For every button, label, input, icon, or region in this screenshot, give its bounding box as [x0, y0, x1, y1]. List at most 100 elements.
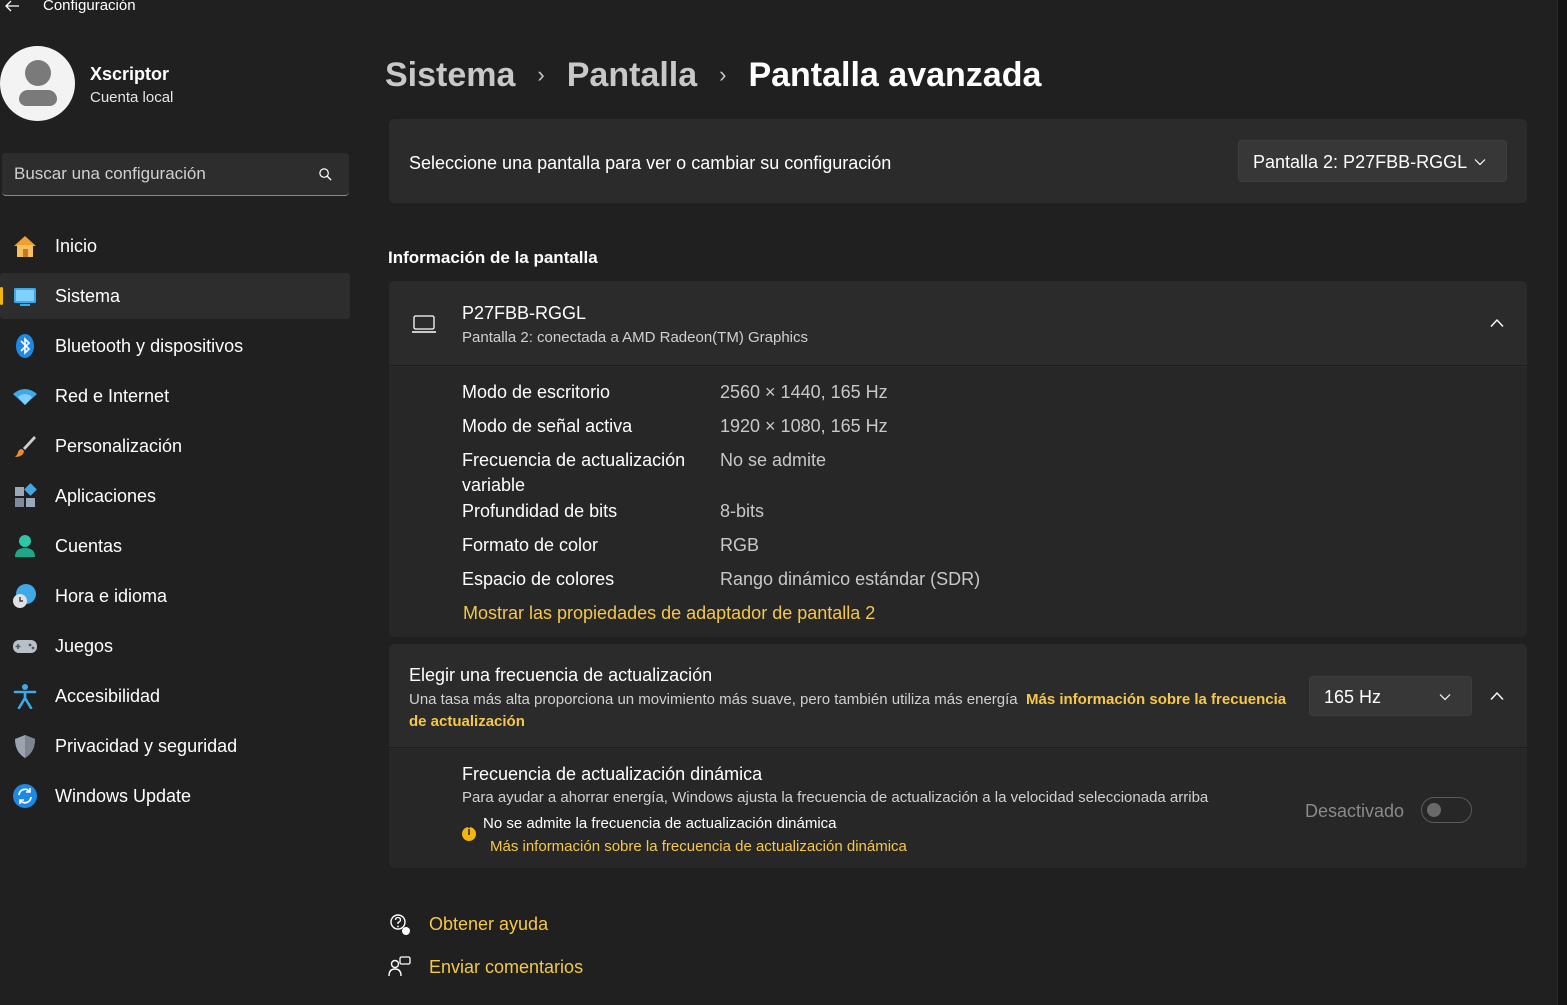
monitor-name: P27FBB-RGGL — [462, 303, 587, 323]
sidebar-item-label: Personalización — [55, 436, 183, 456]
refresh-rate-value: 165 Hz — [1324, 687, 1382, 707]
chevron-down-icon — [1439, 694, 1451, 701]
system-icon — [14, 288, 36, 306]
display-dropdown[interactable]: Pantalla 2: P27FBB-RGGL — [1238, 140, 1507, 182]
home-icon — [14, 236, 36, 257]
sidebar-item-juegos[interactable]: Juegos — [0, 623, 350, 669]
sidebar-item-label: Windows Update — [55, 786, 192, 806]
sidebar-item-label: Bluetooth y dispositivos — [55, 336, 244, 356]
sidebar-item-inicio[interactable]: Inicio — [0, 223, 350, 269]
refresh-rate-title: Elegir una frecuencia de actualización — [409, 665, 713, 685]
sidebar-item-aplicaciones[interactable]: Aplicaciones — [0, 473, 350, 519]
accessibility-icon — [13, 684, 37, 709]
breadcrumb: Sistema › Pantalla › Pantalla avanzada — [385, 50, 1041, 100]
sidebar-item-label: Juegos — [55, 636, 114, 656]
dynamic-refresh-section: Frecuencia de actualización dinámica Par… — [389, 749, 1527, 868]
sidebar-item-accesibilidad[interactable]: Accesibilidad — [0, 673, 350, 719]
refresh-rate-description-text: Una tasa más alta proporciona un movimie… — [409, 691, 1018, 708]
sidebar-item-label: Red e Internet — [55, 386, 170, 406]
refresh-rate-description: Una tasa más alta proporciona un movimie… — [409, 689, 1289, 733]
sidebar-nav: Inicio Sistema Bluetooth y dispositivos … — [0, 223, 350, 823]
dynamic-refresh-toggle-label: Desactivado — [1305, 801, 1405, 821]
get-help-label: Obtener ayuda — [429, 913, 549, 934]
page-title: Pantalla avanzada — [748, 55, 1042, 94]
search-box[interactable] — [2, 153, 349, 196]
monitor-connection: Pantalla 2: conectada a AMD Radeon(TM) G… — [462, 329, 809, 346]
user-name: Xscriptor — [90, 64, 170, 84]
get-help-link[interactable]: Obtener ayuda — [388, 911, 548, 937]
apps-icon — [15, 483, 37, 507]
search-input[interactable] — [2, 153, 302, 195]
info-key: Formato de color — [462, 535, 599, 555]
send-feedback-link[interactable]: Enviar comentarios — [388, 954, 583, 980]
display-select-label: Seleccione una pantalla para ver o cambi… — [409, 153, 892, 173]
info-value: 8-bits — [720, 501, 765, 521]
display-info-card: P27FBB-RGGL Pantalla 2: conectada a AMD … — [389, 281, 1527, 637]
sidebar-item-label: Aplicaciones — [55, 486, 157, 506]
breadcrumb-pantalla[interactable]: Pantalla — [567, 56, 697, 95]
avatar-head — [25, 60, 51, 86]
breadcrumb-sistema[interactable]: Sistema — [385, 56, 515, 95]
sidebar-item-label: Inicio — [55, 236, 98, 256]
sidebar-item-hora[interactable]: Hora e idioma — [0, 573, 350, 619]
info-key: Profundidad de bits — [462, 501, 618, 521]
app-title: Configuración — [43, 0, 136, 14]
info-value: 2560 × 1440, 165 Hz — [720, 382, 888, 402]
chevron-down-icon — [1474, 159, 1486, 166]
info-value: No se admite — [720, 450, 827, 470]
dynamic-refresh-more-info-link[interactable]: Más información sobre la frecuencia de a… — [490, 838, 907, 855]
breadcrumb-chevron-icon: › — [537, 62, 545, 87]
back-arrow-icon[interactable] — [2, 0, 22, 16]
sidebar-item-label: Accesibilidad — [55, 686, 161, 706]
dynamic-refresh-description: Para ayudar a ahorrar energía, Windows a… — [462, 789, 1209, 806]
gamepad-icon — [13, 640, 37, 653]
section-title: Información de la pantalla — [388, 248, 598, 267]
refresh-rate-card: Elegir una frecuencia de actualización U… — [389, 644, 1527, 868]
search-icon[interactable] — [318, 167, 333, 182]
info-key: Modo de señal activa — [462, 416, 633, 436]
breadcrumb-chevron-icon: › — [719, 62, 727, 87]
avatar[interactable] — [0, 46, 75, 121]
display-info-header[interactable]: P27FBB-RGGL Pantalla 2: conectada a AMD … — [389, 281, 1527, 366]
laptop-icon — [412, 315, 436, 333]
chevron-up-icon[interactable] — [1490, 318, 1504, 328]
adapter-properties-link[interactable]: Mostrar las propiedades de adaptador de … — [463, 603, 875, 624]
sidebar-item-privacidad[interactable]: Privacidad y seguridad — [0, 723, 350, 769]
info-key: Modo de escritorio — [462, 382, 611, 402]
sidebar-item-windows-update[interactable]: Windows Update — [0, 773, 350, 819]
sidebar-item-sistema[interactable]: Sistema — [0, 273, 350, 319]
display-select-card: Seleccione una pantalla para ver o cambi… — [389, 119, 1527, 203]
title-bar: Configuración — [0, 0, 1567, 18]
accounts-icon — [15, 535, 35, 557]
warning-icon: i — [462, 826, 476, 841]
display-info-body: Modo de escritorio 2560 × 1440, 165 Hz M… — [389, 367, 1527, 637]
info-value: Rango dinámico estándar (SDR) — [720, 569, 981, 589]
shield-icon — [15, 735, 35, 758]
dynamic-refresh-title: Frecuencia de actualización dinámica — [462, 764, 763, 784]
dynamic-refresh-warning: No se admite la frecuencia de actualizac… — [483, 815, 837, 832]
sidebar-item-bluetooth[interactable]: Bluetooth y dispositivos — [0, 323, 350, 369]
info-value: 1920 × 1080, 165 Hz — [720, 416, 888, 436]
window-edge — [1557, 0, 1567, 1005]
display-dropdown-value: Pantalla 2: P27FBB-RGGL — [1253, 152, 1468, 172]
sidebar-item-label: Sistema — [55, 286, 121, 306]
brush-icon — [15, 436, 36, 457]
wifi-icon — [13, 389, 37, 405]
info-value: RGB — [720, 535, 760, 555]
refresh-rate-dropdown[interactable]: 165 Hz — [1309, 676, 1472, 716]
chevron-up-icon[interactable] — [1490, 691, 1504, 701]
refresh-rate-header: Elegir una frecuencia de actualización U… — [389, 644, 1527, 748]
feedback-icon — [388, 956, 411, 977]
account-type: Cuenta local — [90, 89, 174, 106]
info-key: Frecuencia de actualización variable — [462, 450, 686, 495]
sidebar-item-label: Privacidad y seguridad — [55, 736, 238, 756]
update-icon — [13, 784, 37, 808]
dynamic-refresh-toggle[interactable] — [1421, 797, 1472, 823]
sidebar-item-cuentas[interactable]: Cuentas — [0, 523, 350, 569]
sidebar-item-personalizacion[interactable]: Personalización — [0, 423, 350, 469]
sidebar-item-red[interactable]: Red e Internet — [0, 373, 350, 419]
avatar-body — [19, 90, 57, 106]
info-key: Espacio de colores — [462, 569, 615, 589]
send-feedback-label: Enviar comentarios — [429, 956, 584, 977]
help-icon — [390, 914, 410, 935]
